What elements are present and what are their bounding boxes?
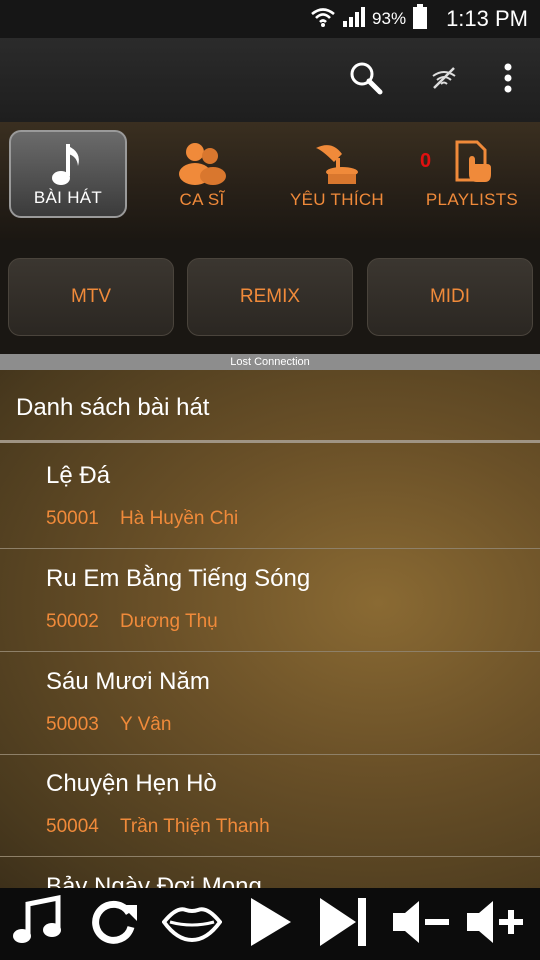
clock: 1:13 PM <box>446 6 528 31</box>
music-note-icon <box>46 142 90 197</box>
tab-songs[interactable]: BÀI HÁT <box>9 130 127 218</box>
volume-down-button[interactable] <box>392 894 452 954</box>
song-list: Danh sách bài hát Lệ Đá 50001 Hà Huyền C… <box>0 370 540 888</box>
song-row[interactable]: Lệ Đá 50001 Hà Huyền Chi <box>0 446 540 549</box>
category-mtv-button[interactable]: MTV <box>8 258 174 336</box>
tab-playlists[interactable]: 0 PLAYLISTS <box>413 130 531 218</box>
gramophone-icon <box>312 140 362 195</box>
volume-up-button[interactable] <box>466 894 526 954</box>
category-bar: MTV REMIX MIDI <box>0 240 540 354</box>
song-code: 50004 <box>46 816 99 837</box>
play-icon <box>245 894 295 955</box>
singers-icon <box>177 140 227 191</box>
song-title: Lệ Đá <box>46 462 111 489</box>
battery-icon <box>412 3 428 35</box>
tab-favorites[interactable]: YÊU THÍCH <box>278 130 396 218</box>
song-row[interactable]: Ru Em Bằng Tiếng Sóng 50002 Dương Thụ <box>0 549 540 652</box>
category-midi-button[interactable]: MIDI <box>367 258 533 336</box>
song-code: 50003 <box>46 714 99 735</box>
skip-next-icon <box>316 894 372 955</box>
repeat-icon <box>87 895 141 954</box>
next-button[interactable] <box>314 894 374 954</box>
connection-status-banner: Lost Connection <box>0 354 540 370</box>
wifi-off-icon <box>430 66 458 95</box>
song-title: Sáu Mươi Năm <box>46 668 210 695</box>
tab-bar: BÀI HÁT CA SĨ YÊU THÍCH 0 PLAYLISTS <box>0 122 540 240</box>
song-code: 50001 <box>46 508 99 529</box>
play-button[interactable] <box>240 894 300 954</box>
tab-singers[interactable]: CA SĨ <box>143 130 261 218</box>
volume-down-icon <box>391 897 453 952</box>
song-title: Bảy Ngày Đợi Mong <box>46 873 262 888</box>
wifi-signal-icon <box>310 5 336 34</box>
list-header: Danh sách bài hát <box>0 370 540 443</box>
action-bar <box>0 38 540 122</box>
now-playing-button[interactable] <box>8 894 68 954</box>
song-artist: Y Vân <box>120 714 172 735</box>
search-icon <box>348 60 384 101</box>
playlist-touch-icon <box>453 140 493 191</box>
search-button[interactable] <box>344 58 388 102</box>
category-midi-label: MIDI <box>429 286 471 307</box>
song-title: Chuyện Hẹn Hò <box>46 770 217 797</box>
tab-singers-label: CA SĨ <box>179 190 225 209</box>
connection-button[interactable] <box>422 58 466 102</box>
song-row[interactable]: Bảy Ngày Đợi Mong <box>0 857 540 888</box>
playlist-count-badge: 0 <box>420 150 432 172</box>
status-indicators: 93% 1:13 PM <box>310 0 528 38</box>
music-note-icon <box>10 894 66 955</box>
list-title: Danh sách bài hát <box>16 394 210 421</box>
song-row[interactable]: Sáu Mươi Năm 50003 Y Vân <box>0 652 540 755</box>
song-row[interactable]: Chuyện Hẹn Hò 50004 Trần Thiện Thanh <box>0 754 540 857</box>
song-code: 50002 <box>46 611 99 632</box>
category-remix-button[interactable]: REMIX <box>187 258 353 336</box>
category-mtv-label: MTV <box>70 286 112 307</box>
overflow-menu-button[interactable] <box>486 58 530 102</box>
song-artist: Dương Thụ <box>120 611 218 632</box>
lips-icon <box>161 902 223 947</box>
more-vert-icon <box>503 63 513 98</box>
song-artist: Hà Huyền Chi <box>120 508 239 529</box>
tab-playlists-label: PLAYLISTS <box>425 190 519 209</box>
status-bar: 93% 1:13 PM <box>0 0 540 38</box>
vocal-button[interactable] <box>161 894 223 954</box>
player-controls <box>0 888 540 960</box>
category-remix-label: REMIX <box>239 286 301 307</box>
song-title: Ru Em Bằng Tiếng Sóng <box>46 565 311 592</box>
cell-signal-icon <box>342 6 366 33</box>
volume-up-icon <box>465 897 527 952</box>
song-artist: Trần Thiện Thanh <box>120 816 270 837</box>
repeat-button[interactable] <box>84 894 144 954</box>
battery-percent: 93% <box>372 9 407 28</box>
